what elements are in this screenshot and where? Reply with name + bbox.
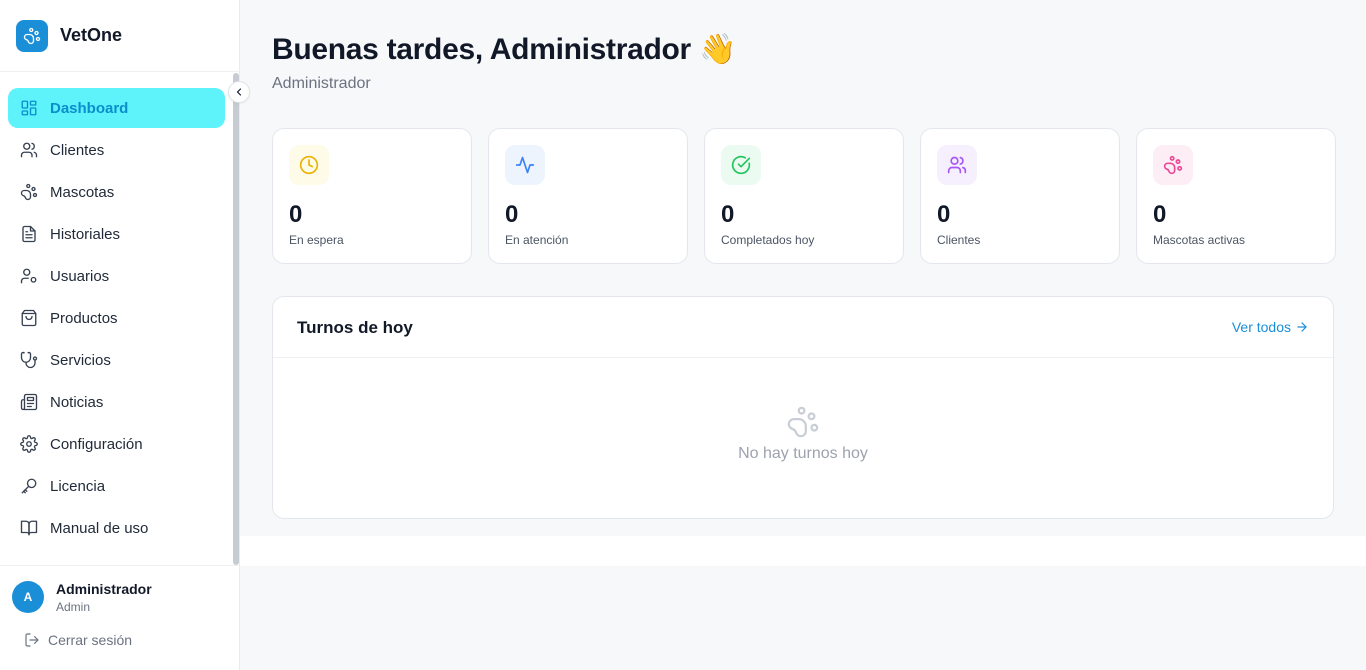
file-text-icon bbox=[20, 225, 38, 243]
sidebar-item-label: Servicios bbox=[50, 351, 111, 369]
paw-icon bbox=[273, 405, 1333, 439]
logout-button[interactable]: Cerrar sesión bbox=[24, 632, 132, 648]
brand-name: VetOne bbox=[60, 25, 123, 45]
brand[interactable]: VetOne bbox=[0, 0, 239, 72]
page-title: Buenas tardes, Administrador 👋 bbox=[272, 33, 737, 66]
chevron-left-icon bbox=[233, 86, 245, 98]
paw-icon bbox=[20, 183, 38, 201]
sidebar-item-clientes[interactable]: Clientes bbox=[8, 130, 225, 170]
shopping-bag-icon bbox=[20, 309, 38, 327]
stethoscope-icon bbox=[20, 351, 38, 369]
arrow-right-icon bbox=[1295, 320, 1309, 334]
stat-value: 0 bbox=[1153, 201, 1167, 228]
stat-label: Completados hoy bbox=[721, 233, 815, 247]
sidebar-item-noticias[interactable]: Noticias bbox=[8, 382, 225, 422]
sidebar: VetOne Dashboard Clientes Mascotas Histo… bbox=[0, 0, 240, 670]
view-all-link[interactable]: Ver todos bbox=[1232, 319, 1309, 335]
sidebar-item-label: Manual de uso bbox=[50, 519, 149, 537]
avatar[interactable]: A bbox=[12, 581, 44, 613]
stat-card-en-espera: 0 En espera bbox=[272, 128, 472, 264]
stat-card-completados: 0 Completados hoy bbox=[704, 128, 904, 264]
main-content: Buenas tardes, Administrador 👋 Administr… bbox=[240, 0, 1366, 670]
panel-header: Turnos de hoy Ver todos bbox=[273, 297, 1333, 358]
empty-state-text: No hay turnos hoy bbox=[738, 445, 868, 462]
stat-label: Mascotas activas bbox=[1153, 233, 1246, 247]
stat-card-en-atencion: 0 En atención bbox=[488, 128, 688, 264]
book-icon bbox=[20, 519, 38, 537]
stat-label: En atención bbox=[505, 233, 569, 247]
logout-label: Cerrar sesión bbox=[48, 632, 133, 648]
stat-value: 0 bbox=[721, 201, 735, 228]
stat-value: 0 bbox=[505, 201, 519, 228]
check-circle-icon bbox=[721, 145, 761, 185]
sidebar-item-historiales[interactable]: Historiales bbox=[8, 214, 225, 254]
sidebar-item-label: Licencia bbox=[50, 477, 106, 495]
sidebar-scrollbar[interactable] bbox=[233, 73, 239, 565]
stat-label: Clientes bbox=[937, 233, 981, 247]
sidebar-item-mascotas[interactable]: Mascotas bbox=[8, 172, 225, 212]
sidebar-item-label: Clientes bbox=[50, 141, 105, 159]
user-role: Admin bbox=[56, 600, 91, 614]
clock-icon bbox=[289, 145, 329, 185]
sidebar-item-label: Mascotas bbox=[50, 183, 115, 201]
sidebar-item-productos[interactable]: Productos bbox=[8, 298, 225, 338]
sidebar-item-label: Noticias bbox=[50, 393, 104, 411]
activity-icon bbox=[505, 145, 545, 185]
stat-value: 0 bbox=[289, 201, 303, 228]
user-cog-icon bbox=[20, 267, 38, 285]
sidebar-nav: Dashboard Clientes Mascotas Historiales … bbox=[8, 88, 225, 550]
sidebar-item-label: Usuarios bbox=[50, 267, 110, 285]
newspaper-icon bbox=[20, 393, 38, 411]
stat-label: En espera bbox=[289, 233, 344, 247]
sidebar-item-licencia[interactable]: Licencia bbox=[8, 466, 225, 506]
sidebar-item-label: Productos bbox=[50, 309, 118, 327]
sidebar-item-manual[interactable]: Manual de uso bbox=[8, 508, 225, 548]
sidebar-item-dashboard[interactable]: Dashboard bbox=[8, 88, 225, 128]
logout-icon bbox=[24, 632, 40, 648]
today-appointments-panel: Turnos de hoy Ver todos No hay turnos ho… bbox=[272, 296, 1334, 519]
sidebar-item-label: Historiales bbox=[50, 225, 121, 243]
stat-value: 0 bbox=[937, 201, 951, 228]
sidebar-item-label: Dashboard bbox=[50, 99, 129, 117]
stats-cards: 0 En espera 0 En atención 0 Completados … bbox=[272, 128, 1336, 264]
stat-card-mascotas: 0 Mascotas activas bbox=[1136, 128, 1336, 264]
stat-card-clientes: 0 Clientes bbox=[920, 128, 1120, 264]
dashboard-icon bbox=[20, 99, 38, 117]
paw-icon bbox=[16, 19, 48, 52]
user-name: Administrador bbox=[56, 581, 152, 597]
sidebar-item-label: Configuración bbox=[50, 435, 143, 453]
empty-state: No hay turnos hoy bbox=[273, 405, 1333, 463]
sidebar-collapse-button[interactable] bbox=[228, 81, 250, 103]
page-subtitle: Administrador bbox=[272, 75, 371, 92]
user-block: A Administrador Admin Cerrar sesión bbox=[0, 565, 239, 670]
sidebar-item-usuarios[interactable]: Usuarios bbox=[8, 256, 225, 296]
sidebar-item-servicios[interactable]: Servicios bbox=[8, 340, 225, 380]
sidebar-item-configuracion[interactable]: Configuración bbox=[8, 424, 225, 464]
paw-icon bbox=[1153, 145, 1193, 185]
users-icon bbox=[20, 141, 38, 159]
view-all-label: Ver todos bbox=[1231, 319, 1291, 335]
gear-icon bbox=[20, 435, 38, 453]
key-icon bbox=[20, 477, 38, 495]
content-footer-band bbox=[240, 536, 1366, 566]
users-icon bbox=[937, 145, 977, 185]
panel-title: Turnos de hoy bbox=[297, 318, 413, 337]
